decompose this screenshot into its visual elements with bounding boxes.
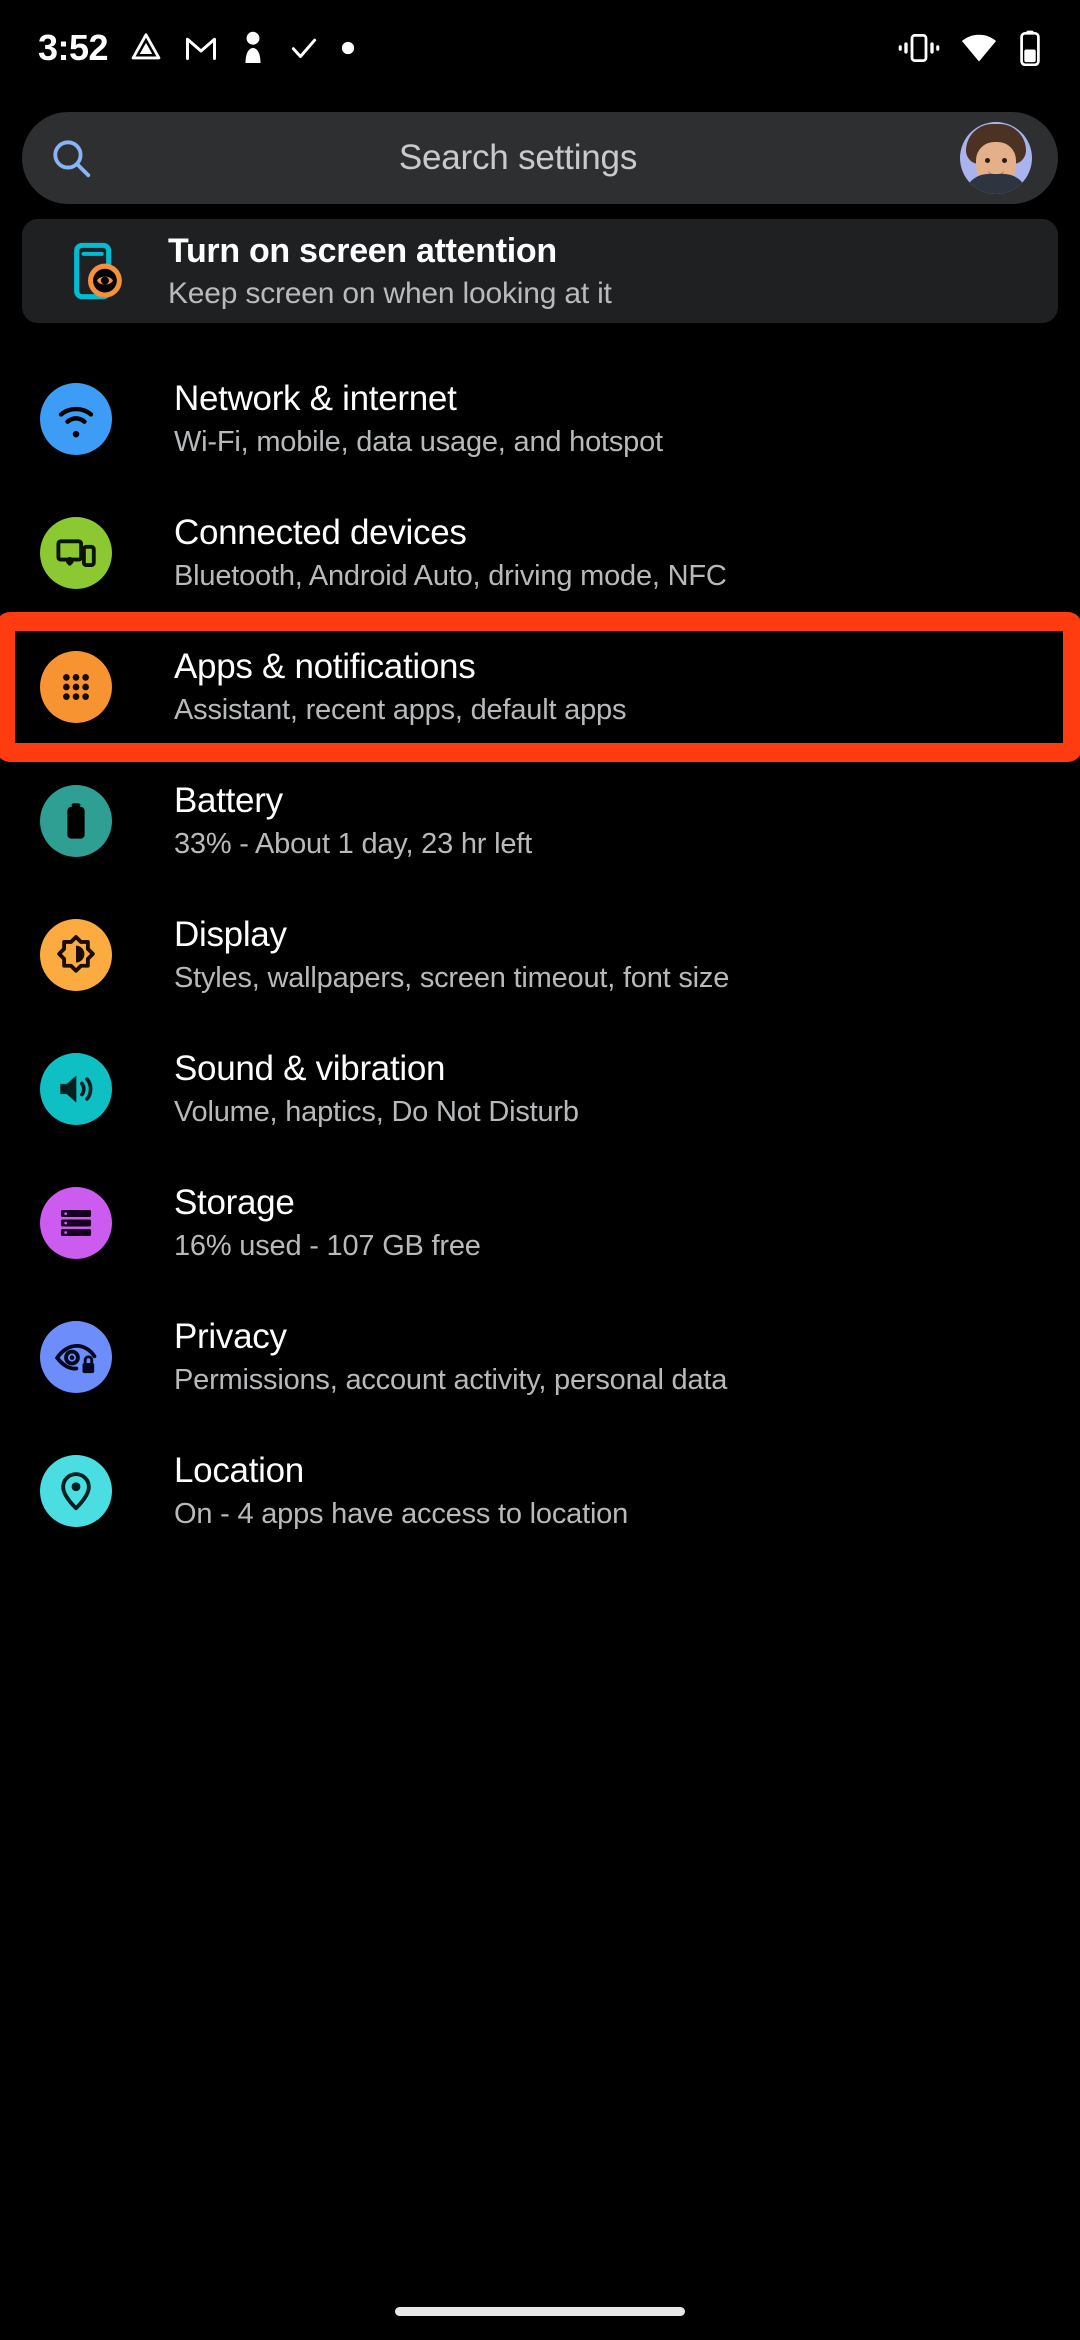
check-icon bbox=[291, 38, 317, 58]
row-subtitle: Bluetooth, Android Auto, driving mode, N… bbox=[174, 560, 727, 592]
row-subtitle: Assistant, recent apps, default apps bbox=[174, 694, 627, 726]
devices-icon-badge bbox=[40, 517, 112, 589]
privacy-eye-lock-icon bbox=[55, 1343, 97, 1374]
status-bar-right bbox=[898, 30, 1042, 66]
suggestion-card-screen-attention[interactable]: Turn on screen attention Keep screen on … bbox=[22, 219, 1058, 323]
row-title: Storage bbox=[174, 1183, 295, 1222]
clock: 3:52 bbox=[38, 27, 109, 68]
suggestion-subtitle: Keep screen on when looking at it bbox=[168, 276, 612, 310]
row-title: Display bbox=[174, 915, 287, 954]
wifi-icon bbox=[961, 34, 997, 62]
wifi-icon bbox=[58, 406, 94, 438]
dot-icon bbox=[341, 41, 355, 55]
row-subtitle: Volume, haptics, Do Not Disturb bbox=[174, 1096, 579, 1128]
settings-list: Network & internet Wi-Fi, mobile, data u… bbox=[0, 352, 1080, 1558]
row-subtitle: Styles, wallpapers, screen timeout, font… bbox=[174, 962, 730, 994]
vibrate-icon bbox=[898, 34, 940, 62]
home-gesture-bar[interactable] bbox=[395, 2307, 685, 2316]
row-subtitle: 16% used - 107 GB free bbox=[174, 1230, 481, 1262]
battery-icon bbox=[1020, 30, 1040, 66]
brightness-icon-badge bbox=[40, 919, 112, 991]
settings-row-apps-notifications[interactable]: Apps & notifications Assistant, recent a… bbox=[0, 620, 1080, 754]
row-title: Location bbox=[174, 1451, 304, 1490]
row-title: Network & internet bbox=[174, 379, 457, 418]
row-subtitle: On - 4 apps have access to location bbox=[174, 1498, 629, 1530]
status-bar: 3:52 bbox=[0, 0, 1080, 96]
apps-grid-icon-badge bbox=[40, 651, 112, 723]
location-pin-icon-badge bbox=[40, 1455, 112, 1527]
screen-attention-icon bbox=[74, 242, 122, 300]
row-subtitle: Permissions, account activity, personal … bbox=[174, 1364, 728, 1396]
storage-icon bbox=[60, 1210, 92, 1236]
settings-row-location[interactable]: Location On - 4 apps have access to loca… bbox=[0, 1424, 1080, 1558]
location-pin-icon bbox=[61, 1472, 91, 1511]
battery-icon bbox=[67, 803, 85, 839]
settings-screen: 3:52 Search settings Turn on screen atte… bbox=[0, 0, 1080, 2340]
row-title: Apps & notifications bbox=[174, 647, 476, 686]
apps-grid-icon bbox=[63, 674, 89, 700]
privacy-eye-lock-icon-badge bbox=[40, 1321, 112, 1393]
row-subtitle: Wi-Fi, mobile, data usage, and hotspot bbox=[174, 426, 663, 458]
settings-row-network-internet[interactable]: Network & internet Wi-Fi, mobile, data u… bbox=[0, 352, 1080, 486]
settings-row-storage[interactable]: Storage 16% used - 107 GB free bbox=[0, 1156, 1080, 1290]
row-title: Sound & vibration bbox=[174, 1049, 446, 1088]
settings-row-sound-vibration[interactable]: Sound & vibration Volume, haptics, Do No… bbox=[0, 1022, 1080, 1156]
search-input-placeholder[interactable]: Search settings bbox=[76, 138, 960, 178]
search-bar[interactable]: Search settings bbox=[22, 112, 1058, 204]
drive-icon bbox=[131, 33, 161, 60]
row-title: Privacy bbox=[174, 1317, 287, 1356]
storage-icon-badge bbox=[40, 1187, 112, 1259]
gmail-icon bbox=[186, 37, 217, 60]
settings-row-connected-devices[interactable]: Connected devices Bluetooth, Android Aut… bbox=[0, 486, 1080, 620]
pawn-icon bbox=[245, 31, 261, 63]
row-title: Connected devices bbox=[174, 513, 467, 552]
row-subtitle: 33% - About 1 day, 23 hr left bbox=[174, 828, 533, 860]
settings-row-battery[interactable]: Battery 33% - About 1 day, 23 hr left bbox=[0, 754, 1080, 888]
row-title: Battery bbox=[174, 781, 283, 820]
battery-icon-badge bbox=[40, 785, 112, 857]
settings-row-privacy[interactable]: Privacy Permissions, account activity, p… bbox=[0, 1290, 1080, 1424]
speaker-icon bbox=[60, 1075, 93, 1103]
suggestion-title: Turn on screen attention bbox=[168, 231, 557, 270]
devices-icon bbox=[56, 539, 96, 568]
brightness-icon bbox=[57, 935, 95, 973]
status-bar-left: 3:52 bbox=[38, 27, 356, 69]
wifi-icon-badge bbox=[40, 383, 112, 455]
speaker-icon-badge bbox=[40, 1053, 112, 1125]
avatar[interactable] bbox=[960, 122, 1032, 194]
settings-row-display[interactable]: Display Styles, wallpapers, screen timeo… bbox=[0, 888, 1080, 1022]
